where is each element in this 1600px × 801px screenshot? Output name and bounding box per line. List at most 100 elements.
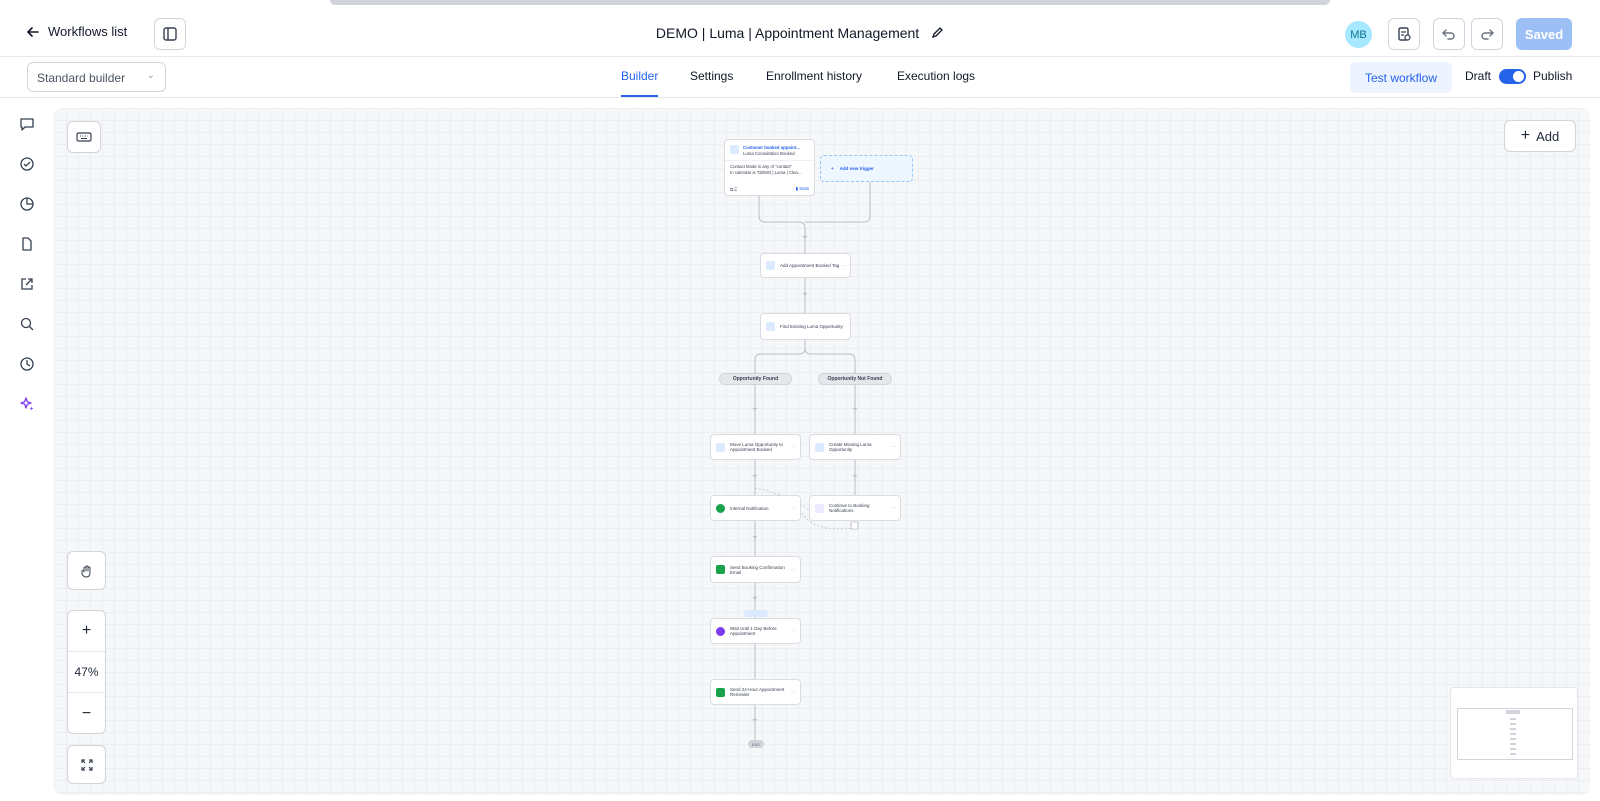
copy-icon[interactable]: ⧉ ⍓ (730, 187, 737, 192)
node-label: Create Missing Luma Opportunity (829, 442, 872, 452)
node-label: Internal Notification (730, 505, 769, 511)
plus-icon: + (81, 622, 92, 639)
saved-button[interactable]: Saved (1516, 18, 1572, 50)
fit-view-button[interactable] (67, 745, 106, 784)
clock-icon[interactable] (18, 355, 36, 373)
version-history-button[interactable] (1388, 18, 1420, 50)
stats-label: Stats (799, 186, 809, 191)
node-create-opportunity[interactable]: Create Missing Luma Opportunity ⋯ (809, 434, 901, 460)
svg-text:+: + (852, 405, 858, 413)
browser-top-strip (0, 0, 1600, 10)
chevron-down-icon: ⌄ (146, 70, 155, 81)
opportunity-icon (815, 442, 824, 452)
branch-opportunity-found[interactable]: Opportunity Found (719, 373, 792, 385)
draft-label: Draft (1465, 69, 1492, 83)
node-add-tag[interactable]: Add Appointment Booked Tag ⋯ (760, 253, 851, 278)
document-clock-icon (1398, 27, 1411, 41)
svg-text:+: + (802, 233, 808, 241)
calendar-icon (730, 145, 739, 154)
minimap-trigger (1506, 710, 1520, 714)
end-node: END (748, 740, 764, 748)
pan-hand-button[interactable] (67, 551, 106, 590)
svg-text:+: + (852, 472, 858, 480)
chat-icon[interactable] (18, 115, 36, 133)
node-label: Continue to Booking Notifications (829, 503, 870, 513)
sparkles-icon[interactable] (18, 395, 36, 413)
email-icon (716, 687, 725, 697)
pie-chart-icon[interactable] (18, 195, 36, 213)
more-icon[interactable]: ⋯ (841, 263, 846, 269)
goto-icon (815, 503, 824, 513)
stats-link[interactable]: ▮ Stats (796, 186, 809, 192)
more-icon[interactable]: ⋯ (791, 689, 796, 695)
scroll-indicator (330, 0, 1330, 5)
more-icon[interactable]: ⋯ (841, 324, 846, 330)
svg-text:+: + (752, 533, 758, 541)
trigger-title: Customer booked appoint... (743, 145, 800, 150)
more-icon[interactable]: ⋯ (791, 505, 796, 511)
left-sidebar (0, 98, 54, 801)
pencil-edit-icon[interactable] (931, 26, 944, 39)
workflow-title-text: DEMO | Luma | Appointment Management (655, 25, 920, 41)
tab-execution-logs[interactable]: Execution logs (897, 69, 975, 83)
svg-text:+: + (752, 405, 758, 413)
trigger-subtitle: Luma Consultation Booked (743, 151, 795, 156)
node-label: Find Existing Luma Opportunity (780, 324, 843, 329)
sub-toolbar: Standard builder ⌄ Builder Settings Enro… (0, 57, 1600, 98)
workflow-canvas[interactable]: + Add + + + + + + + + + Customer booked … (54, 108, 1590, 795)
zoom-level: 47% (68, 652, 105, 693)
tab-enrollment-history[interactable]: Enrollment history (766, 69, 862, 83)
minimap[interactable] (1450, 687, 1578, 779)
branch-opportunity-not-found[interactable]: Opportunity Not Found (818, 373, 892, 385)
more-icon[interactable]: ⋯ (791, 567, 796, 573)
plus-icon: + (831, 166, 834, 171)
clock-icon (716, 626, 725, 636)
svg-text:+: + (802, 290, 808, 298)
svg-text:+: + (752, 594, 758, 602)
expand-icon (80, 758, 93, 771)
node-internal-notification[interactable]: Internal Notification ⋯ (710, 495, 801, 521)
more-icon[interactable]: ⋯ (891, 444, 896, 450)
trigger-card[interactable]: Customer booked appoint... Luma Consulta… (724, 139, 815, 196)
user-avatar[interactable]: MB (1345, 21, 1372, 48)
file-icon[interactable] (18, 235, 36, 253)
test-workflow-button[interactable]: Test workflow (1350, 62, 1452, 93)
node-send-confirmation[interactable]: Send Booking Confirmation Email ⋯ (710, 556, 801, 583)
node-wait[interactable]: Wait Until 1 Day Before Appointment ⋯ (710, 618, 801, 644)
undo-icon (1442, 29, 1455, 40)
redo-button[interactable] (1471, 18, 1503, 50)
external-link-icon[interactable] (18, 275, 36, 293)
node-move-opportunity[interactable]: Move Luma Opportunity to Appointment Boo… (710, 434, 801, 460)
search-icon[interactable] (18, 315, 36, 333)
node-send-reminder[interactable]: Send 24-Hour Appointment Reminder ⋯ (710, 679, 801, 705)
bell-icon (716, 503, 725, 513)
undo-button[interactable] (1433, 18, 1465, 50)
email-icon (716, 565, 725, 574)
opportunity-icon (766, 322, 775, 331)
add-trigger-label: Add new trigger (839, 166, 874, 171)
svg-text:+: + (752, 472, 758, 480)
opportunity-icon (716, 442, 725, 452)
node-label: Move Luma Opportunity to Appointment Boo… (730, 442, 784, 452)
node-label: Send Booking Confirmation Email (730, 564, 785, 575)
tag-icon (766, 261, 775, 270)
zoom-out-button[interactable]: − (68, 693, 105, 734)
redo-icon (1481, 29, 1494, 40)
bar-chart-icon: ▮ (795, 186, 798, 191)
node-find-opportunity[interactable]: Find Existing Luma Opportunity ⋯ (760, 313, 851, 340)
zoom-controls: + 47% − (67, 610, 106, 734)
builder-select-value: Standard builder (37, 71, 126, 85)
node-continue-notifications[interactable]: Continue to Booking Notifications ⋯ (809, 495, 901, 521)
publish-label: Publish (1533, 69, 1573, 83)
more-icon[interactable]: ⋯ (791, 444, 796, 450)
hand-icon (80, 565, 90, 577)
tab-builder[interactable]: Builder (621, 69, 659, 97)
more-icon[interactable]: ⋯ (791, 628, 796, 634)
add-new-trigger-button[interactable]: + Add new trigger (820, 155, 913, 182)
zoom-in-button[interactable]: + (68, 611, 105, 652)
more-icon[interactable]: ⋯ (891, 505, 896, 511)
check-circle-icon[interactable] (18, 155, 36, 173)
builder-type-select[interactable]: Standard builder ⌄ (27, 62, 166, 92)
publish-toggle[interactable] (1499, 69, 1526, 84)
tab-settings[interactable]: Settings (690, 69, 733, 83)
